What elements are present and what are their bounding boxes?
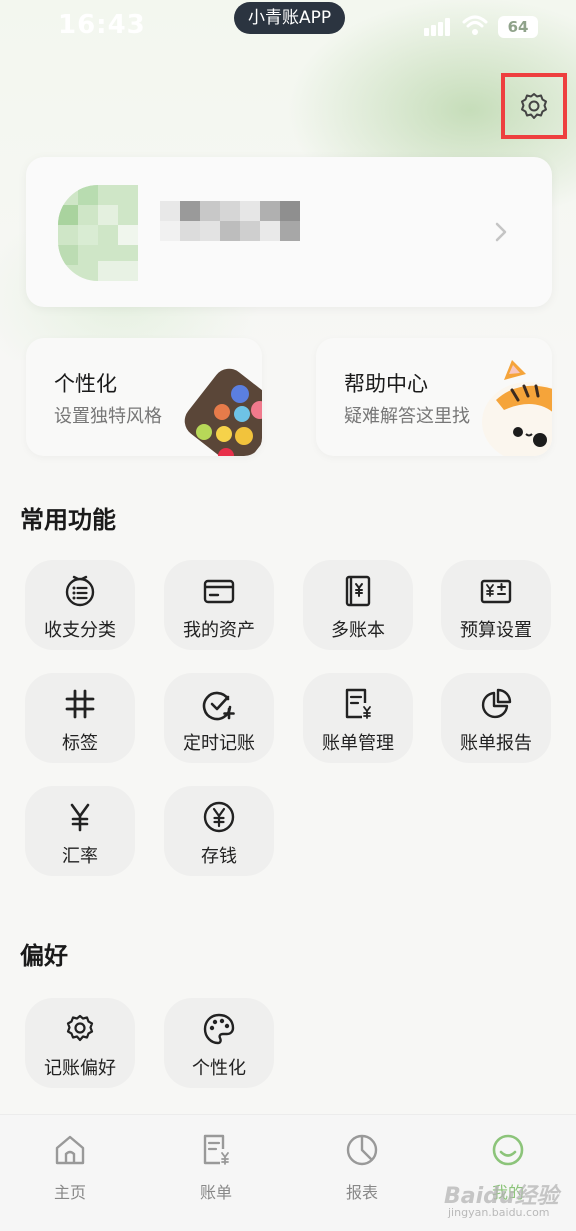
func-scheduled-button[interactable]: 定时记账 [164,673,274,763]
feature-subtitle: 设置独特风格 [54,406,162,427]
smile-icon [492,1134,524,1166]
feature-title: 帮助中心 [344,372,428,396]
preferences-title: 偏好 [20,942,68,970]
func-tags-button[interactable]: 标签 [25,673,135,763]
feature-subtitle: 疑难解答这里找 [344,406,470,427]
watermark-url: jingyan.baidu.com [448,1206,550,1219]
pref-accounting-button[interactable]: 记账偏好 [25,998,135,1088]
ledger-icon [345,575,371,607]
func-label: 个性化 [192,1058,246,1079]
func-multi-ledger-button[interactable]: 多账本 [303,560,413,650]
signal-icon [424,18,452,36]
profile-card[interactable] [26,157,552,307]
help-center-card[interactable]: 帮助中心 疑难解答这里找 [316,338,552,456]
func-label: 汇率 [62,846,98,867]
palette-icon [203,1013,235,1045]
chevron-right-icon [495,222,507,242]
pie-chart-icon [481,688,512,719]
func-budget-button[interactable]: 预算设置 [441,560,551,650]
tab-label: 账单 [199,1183,232,1202]
battery-indicator: 64 [498,16,538,38]
func-label: 定时记账 [183,733,255,754]
card-icon [203,579,235,604]
func-category-button[interactable]: 收支分类 [25,560,135,650]
pref-personalize-button[interactable]: 个性化 [164,998,274,1088]
func-label: 记账偏好 [44,1058,116,1079]
tab-label: 主页 [53,1183,86,1202]
func-savings-button[interactable]: 存钱 [164,786,274,876]
func-bill-management-button[interactable]: 账单管理 [303,673,413,763]
gear-icon [66,1014,94,1042]
func-label: 收支分类 [44,620,116,641]
avatar [58,185,138,281]
func-assets-button[interactable]: 我的资产 [164,560,274,650]
username-blurred [160,201,300,241]
tab-home[interactable]: 主页 [30,1133,110,1203]
status-bar: 16:43 小青账APP 64 [0,0,576,54]
yen-circle-icon [203,801,235,833]
feature-title: 个性化 [54,372,117,396]
timer-check-icon [202,691,235,721]
bill-icon [345,688,371,719]
func-label: 标签 [62,733,98,754]
palette-illustration-icon [184,368,262,456]
status-time: 16:43 [58,10,146,40]
common-functions-title: 常用功能 [20,506,116,534]
tab-reports[interactable]: 报表 [322,1133,402,1203]
settings-button[interactable] [501,73,567,139]
cat-mascot-icon [482,360,552,456]
gear-icon [521,93,547,119]
category-icon [65,575,95,607]
budget-icon [480,579,512,604]
func-label: 存钱 [201,846,237,867]
func-label: 账单报告 [460,733,532,754]
func-exchange-rate-button[interactable]: 汇率 [25,786,135,876]
wifi-icon [462,15,488,35]
func-label: 多账本 [331,620,385,641]
app-name-pill: 小青账APP [234,2,346,34]
func-label: 预算设置 [460,620,532,641]
yen-icon [70,803,90,832]
bill-icon [203,1134,229,1165]
tab-label: 报表 [345,1183,378,1202]
tab-bills[interactable]: 账单 [176,1133,256,1203]
func-label: 账单管理 [322,733,394,754]
hash-icon [65,689,95,719]
func-bill-report-button[interactable]: 账单报告 [441,673,551,763]
home-icon [55,1135,85,1165]
personalize-card[interactable]: 个性化 设置独特风格 [26,338,262,456]
chart-icon [346,1134,378,1166]
func-label: 我的资产 [183,620,255,641]
